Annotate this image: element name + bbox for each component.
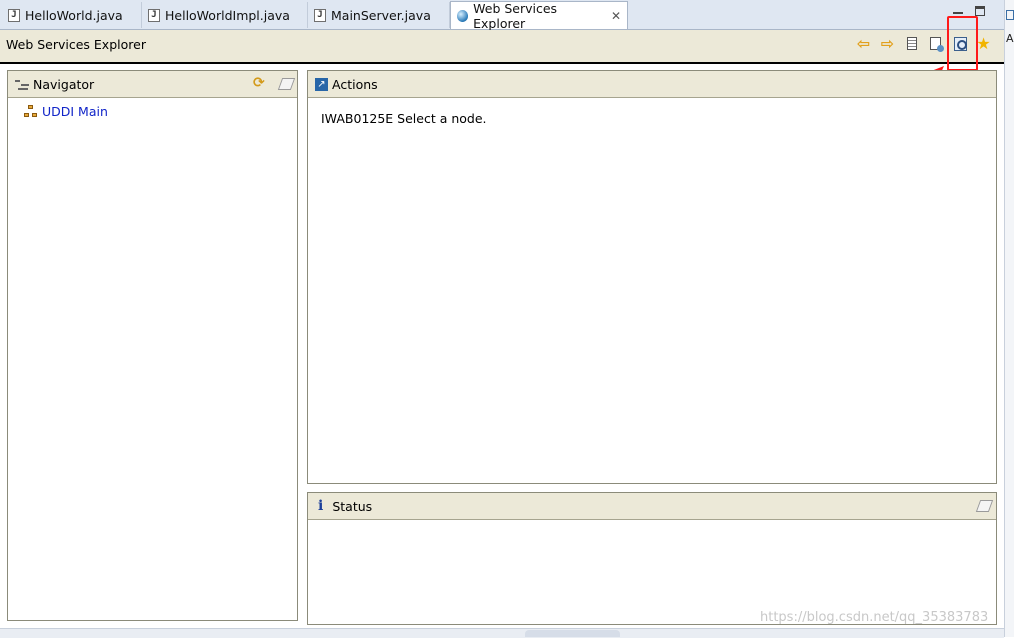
registry-tree-icon	[24, 105, 38, 118]
actions-title: Actions	[332, 76, 378, 92]
navigator-title: Navigator	[33, 76, 95, 92]
status-header: i Status	[308, 493, 996, 520]
actions-panel: ↗ Actions	[307, 70, 997, 484]
globe-icon	[457, 9, 469, 22]
minimize-icon[interactable]	[953, 6, 963, 14]
info-icon: i	[318, 498, 324, 514]
tab-label: HelloWorld.java	[25, 7, 123, 23]
close-icon[interactable]: ✕	[611, 9, 621, 23]
right-strip-label: A	[1006, 32, 1014, 45]
tab-helloworld-java[interactable]: J HelloWorld.java	[2, 2, 142, 28]
navigator-icon	[15, 78, 29, 90]
tab-mainserver-java[interactable]: J MainServer.java	[308, 2, 450, 28]
explorer-title: Web Services Explorer	[6, 37, 146, 52]
status-panel: i Status	[307, 492, 997, 625]
maximize-icon[interactable]	[975, 6, 985, 16]
status-title: Status	[332, 498, 373, 514]
tree-item-uddi-main[interactable]: UDDI Main	[24, 104, 108, 119]
back-arrow-icon[interactable]: ⇦	[855, 35, 872, 52]
explorer-toolbar: Web Services Explorer	[0, 30, 1004, 64]
java-file-icon: J	[148, 8, 160, 22]
editor-tab-bar: J HelloWorld.java J HelloWorldImpl.java …	[0, 0, 1004, 31]
actions-message: IWAB0125E Select a node.	[321, 111, 487, 126]
forward-arrow-icon[interactable]: ⇨	[879, 35, 896, 52]
actions-header: ↗ Actions	[308, 71, 996, 98]
tab-label: HelloWorldImpl.java	[165, 7, 290, 23]
refresh-icon[interactable]: ⟳	[253, 75, 265, 91]
java-file-icon: J	[8, 8, 20, 22]
java-file-icon: J	[314, 8, 326, 22]
uddi-page-icon[interactable]	[903, 35, 920, 52]
tab-web-services-explorer[interactable]: Web Services Explorer ✕	[450, 0, 628, 31]
actions-icon: ↗	[315, 77, 328, 91]
right-side-strip	[1004, 0, 1014, 637]
outline-view-icon[interactable]	[1006, 10, 1014, 20]
annotation-highlight-box	[947, 16, 978, 71]
tree-item-label: UDDI Main	[42, 104, 108, 119]
tab-label: Web Services Explorer	[473, 0, 558, 31]
tab-label: MainServer.java	[331, 7, 431, 23]
tab-helloworldimpl-java[interactable]: J HelloWorldImpl.java	[142, 2, 308, 28]
watermark: https://blog.csdn.net/qq_35383783	[760, 610, 989, 625]
wsdl-page-icon[interactable]	[927, 35, 944, 52]
navigator-panel: Navigator ⟳	[7, 70, 298, 621]
bottom-splitter-handle[interactable]	[525, 630, 620, 637]
